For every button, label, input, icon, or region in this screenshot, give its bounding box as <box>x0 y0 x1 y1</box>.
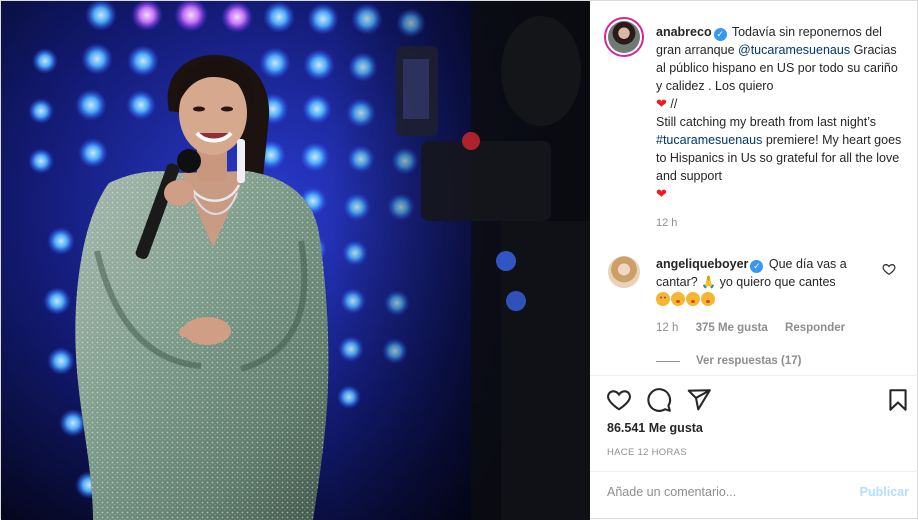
instagram-post: anabreco ✓ Todavía sin reponernos del gra… <box>0 0 918 520</box>
comment-timestamp: 12 h <box>656 322 679 334</box>
add-comment-input[interactable] <box>607 485 847 499</box>
heart-emoji-icon: ❤ <box>656 186 667 201</box>
post-caption: anabreco ✓ Todavía sin reponernos del gra… <box>656 23 904 203</box>
publish-button[interactable]: Publicar <box>860 485 909 499</box>
caption-hashtag[interactable]: #tucaramesuenaus <box>656 133 762 147</box>
comment-text-2: yo quiero que cantes <box>719 275 836 289</box>
comment-likes[interactable]: 375 Me gusta <box>696 322 768 334</box>
heart-emoji-icon: ❤ <box>656 96 667 111</box>
action-bar <box>590 385 918 417</box>
caption-text-3: Still catching my breath from last night… <box>656 115 877 129</box>
commenter-username[interactable]: angeliqueboyer <box>656 257 748 271</box>
comment-meta: 12 h 375 Me gusta Responder <box>656 322 859 334</box>
view-replies-button[interactable]: Ver respuestas (17) <box>656 355 801 367</box>
kiss-emoji-icon <box>686 292 700 306</box>
author-username[interactable]: anabreco <box>656 25 712 39</box>
bookmark-icon[interactable] <box>885 387 911 413</box>
like-count[interactable]: 86.541 Me gusta <box>607 421 703 435</box>
comment-icon[interactable] <box>646 387 672 413</box>
author-avatar[interactable] <box>604 17 644 57</box>
comment-like-heart-icon[interactable] <box>882 262 896 276</box>
comment-item: angeliqueboyer ✓ Que día vas a cantar? 🙏 … <box>656 255 878 309</box>
caption-mention[interactable]: @tucaramesuenaus <box>738 43 850 57</box>
replies-line <box>656 360 680 362</box>
commenter-avatar[interactable] <box>608 256 640 288</box>
caption-separator: // <box>670 97 678 111</box>
praying-hands-icon: 🙏 <box>701 275 717 289</box>
kiss-emoji-icon <box>671 292 685 306</box>
post-photo[interactable] <box>1 1 590 520</box>
view-replies-label: Ver respuestas (17) <box>696 355 802 367</box>
heart-eyes-emoji-icon <box>656 292 670 306</box>
caption-timestamp: 12 h <box>656 217 678 229</box>
like-heart-icon[interactable] <box>606 387 632 413</box>
kiss-emoji-icon <box>701 292 715 306</box>
divider <box>590 471 918 472</box>
verified-badge-icon: ✓ <box>713 28 727 41</box>
post-date[interactable]: HACE 12 HORAS <box>607 447 687 458</box>
divider <box>590 375 918 376</box>
stage-photo-illustration <box>1 1 590 520</box>
reply-button[interactable]: Responder <box>785 322 845 334</box>
paper-plane-icon[interactable] <box>686 387 712 413</box>
verified-badge-icon: ✓ <box>750 260 764 273</box>
post-sidebar: anabreco ✓ Todavía sin reponernos del gra… <box>590 1 918 520</box>
